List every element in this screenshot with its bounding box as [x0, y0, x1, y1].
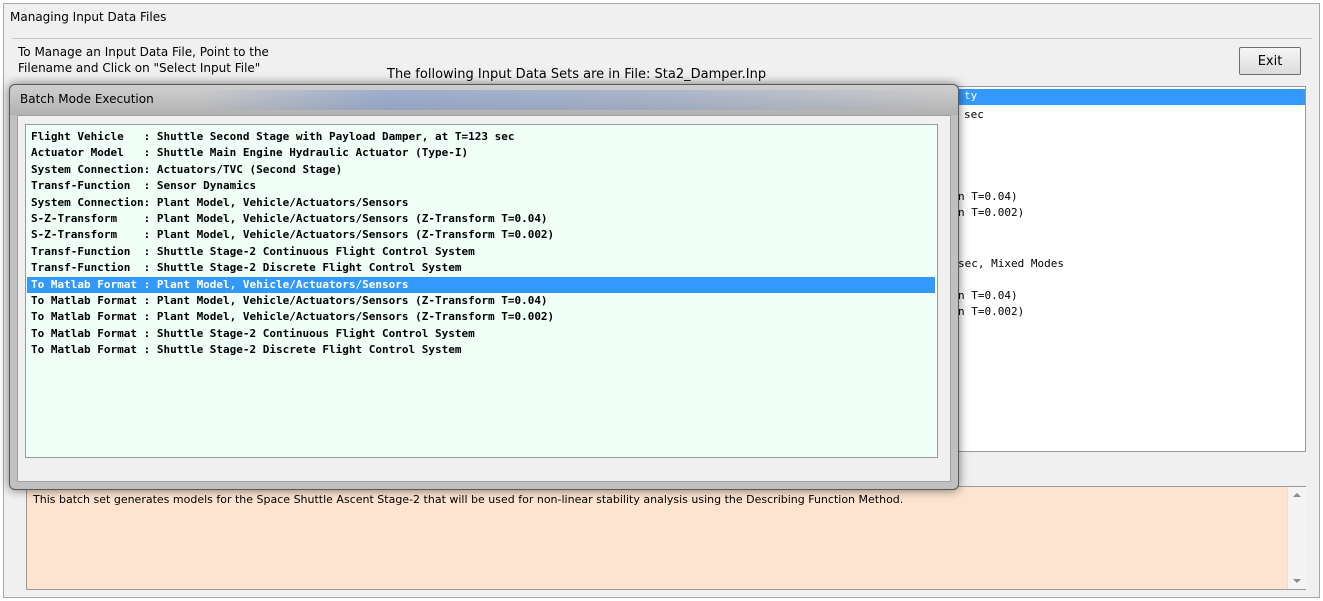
- instruction-line-1: To Manage an Input Data File, Point to t…: [18, 45, 269, 59]
- batch-list-item[interactable]: System Connection: Actuators/TVC (Second…: [27, 162, 935, 178]
- batch-list-item[interactable]: Flight Vehicle : Shuttle Second Stage wi…: [27, 129, 935, 145]
- batch-list-item[interactable]: System Connection: Plant Model, Vehicle/…: [27, 195, 935, 211]
- batch-list-item[interactable]: To Matlab Format : Plant Model, Vehicle/…: [27, 309, 935, 325]
- batch-list-item[interactable]: To Matlab Format : Plant Model, Vehicle/…: [27, 293, 935, 309]
- description-scrollbar[interactable]: [1287, 487, 1306, 589]
- batch-list-item[interactable]: S-Z-Transform : Plant Model, Vehicle/Act…: [27, 227, 935, 243]
- list-fragment: n T=0.04): [958, 289, 1018, 302]
- batch-set-list[interactable]: Flight Vehicle : Shuttle Second Stage wi…: [25, 124, 938, 458]
- dialog-titlebar-glass: [200, 90, 940, 110]
- batch-list-item[interactable]: Transf-Function : Sensor Dynamics: [27, 178, 935, 194]
- list-fragment: n T=0.04): [958, 190, 1018, 203]
- instructions: To Manage an Input Data File, Point to t…: [18, 44, 269, 76]
- batch-list-item-selected[interactable]: To Matlab Format : Plant Model, Vehicle/…: [27, 276, 935, 293]
- scroll-down-arrow-icon[interactable]: [1293, 579, 1301, 583]
- batch-list-item[interactable]: To Matlab Format : Shuttle Stage-2 Discr…: [27, 342, 935, 358]
- list-fragment: n T=0.002): [958, 305, 1025, 318]
- instruction-line-2: Filename and Click on "Select Input File…: [18, 61, 261, 75]
- list-fragment: sec, Mixed Modes: [958, 257, 1064, 270]
- list-fragment: sec: [964, 108, 984, 121]
- dialog-title: Batch Mode Execution: [20, 92, 154, 106]
- list-fragment: ty: [964, 89, 978, 102]
- list-fragment: n T=0.002): [958, 206, 1025, 219]
- scroll-up-arrow-icon[interactable]: [1293, 493, 1301, 497]
- batch-list-item[interactable]: Transf-Function : Shuttle Stage-2 Discre…: [27, 260, 935, 276]
- batch-list-item[interactable]: Transf-Function : Shuttle Stage-2 Contin…: [27, 244, 935, 260]
- exit-button[interactable]: Exit: [1239, 47, 1301, 75]
- file-info-label: The following Input Data Sets are in Fil…: [387, 67, 767, 82]
- batch-list-item[interactable]: To Matlab Format : Shuttle Stage-2 Conti…: [27, 326, 935, 342]
- description-text: This batch set generates models for the …: [33, 493, 904, 506]
- main-window-title: Managing Input Data Files: [10, 10, 167, 24]
- batch-list-item[interactable]: S-Z-Transform : Plant Model, Vehicle/Act…: [27, 211, 935, 227]
- batch-list-item[interactable]: Actuator Model : Shuttle Main Engine Hyd…: [27, 145, 935, 161]
